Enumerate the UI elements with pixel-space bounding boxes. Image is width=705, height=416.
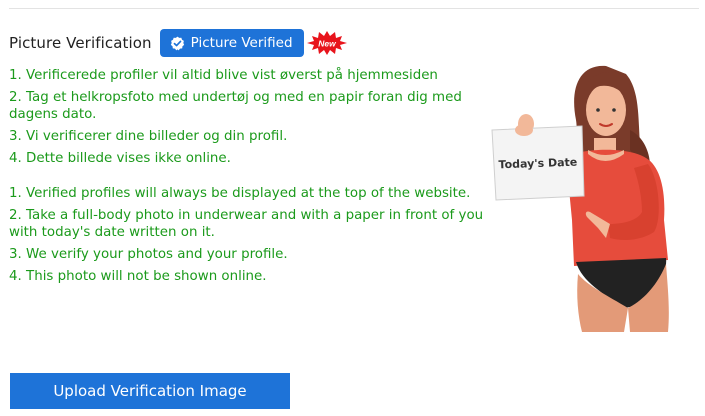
norwegian-instructions: 1. Verificerede profiler vil altid blive… (9, 67, 479, 172)
header-row: Picture Verification Picture Verified Ne… (9, 28, 347, 58)
list-item: 1. Verificerede profiler vil altid blive… (9, 68, 438, 83)
picture-verified-badge: Picture Verified (159, 29, 304, 57)
list-item: 2. Take a full-body photo in underwear a… (9, 208, 484, 240)
new-badge: New (306, 31, 347, 55)
list-item: 1. Verified profiles will always be disp… (9, 186, 471, 201)
list-item: 3. Vi verificerer dine billeder og din p… (9, 129, 288, 144)
english-instructions: 1. Verified profiles will always be disp… (9, 185, 489, 290)
picture-verified-label: Picture Verified (190, 35, 293, 51)
new-badge-text: New (318, 39, 337, 49)
new-burst-icon: New (306, 31, 347, 55)
list-item: 4. Dette billede vises ikke online. (9, 151, 231, 166)
upload-verification-image-button[interactable]: Upload Verification Image (10, 373, 290, 409)
list-item: 3. We verify your photos and your profil… (9, 247, 288, 262)
list-item: 4. This photo will not be shown online. (9, 269, 267, 284)
sign-text: Today's Date (498, 156, 577, 172)
page-title: Picture Verification (9, 34, 152, 52)
verified-check-icon (170, 36, 184, 50)
top-divider (9, 8, 699, 9)
list-item: 2. Tag et helkropsfoto med undertøj og m… (9, 90, 462, 122)
woman-holding-sign-illustration: Today's Date (478, 60, 688, 332)
